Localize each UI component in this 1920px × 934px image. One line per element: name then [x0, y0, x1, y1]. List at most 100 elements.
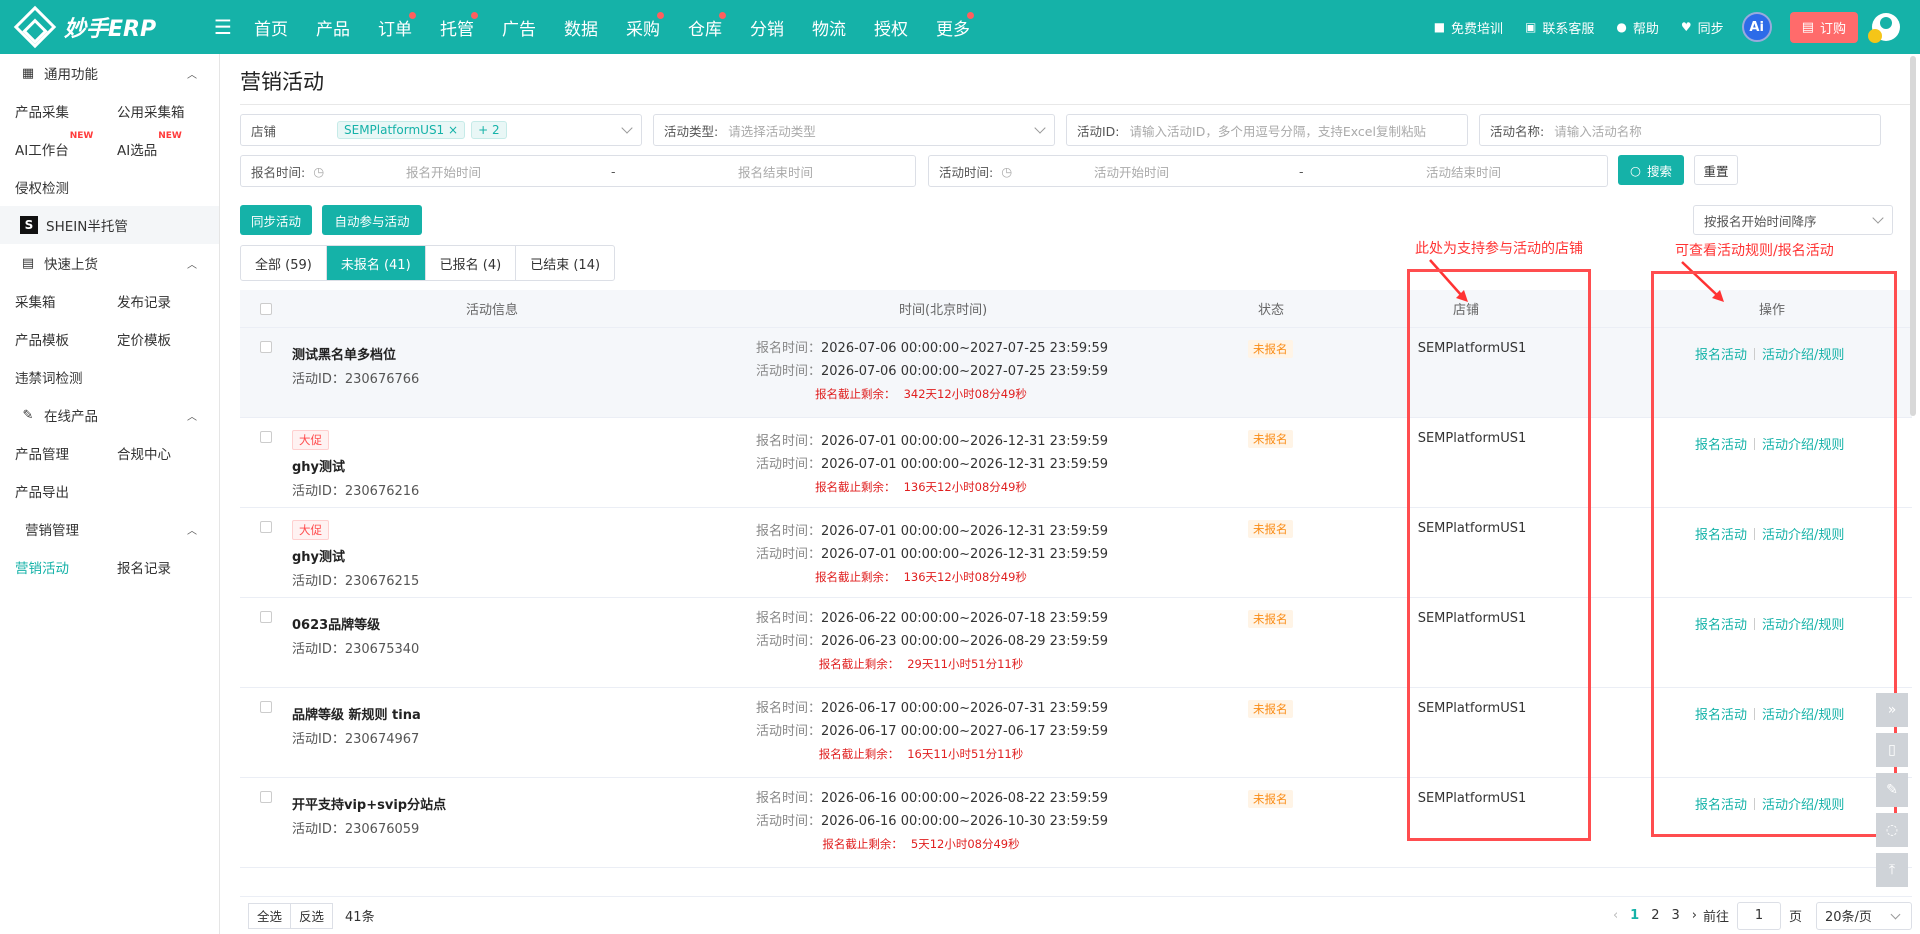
page-size-select[interactable]: 20条/页 [1816, 901, 1912, 930]
row-checkbox[interactable] [260, 431, 272, 443]
activity-name-field[interactable]: 活动名称: 请输入活动名称 [1479, 114, 1881, 146]
registration-time-prefix: 报名时间： [756, 611, 822, 626]
ai-assistant-button[interactable]: Ai [1741, 12, 1772, 42]
activity-id-prefix: 活动ID： [292, 484, 345, 499]
close-icon[interactable]: × [448, 123, 458, 137]
nav-item[interactable]: 首页 [248, 15, 310, 40]
support-link[interactable]: ▣ 联系客服 [1525, 18, 1594, 37]
collapse-icon[interactable]: » [1876, 693, 1908, 727]
training-link[interactable]: ■ 免费培训 [1434, 18, 1503, 37]
activity-id-field[interactable]: 活动ID: 请输入活动ID，多个用逗号分隔，支持Excel复制粘贴 [1066, 114, 1468, 146]
sidebar-item-shein[interactable]: S SHEIN半托管 [0, 206, 219, 244]
nav-item[interactable]: 采购 [620, 11, 682, 40]
sidebar-item-product-management[interactable]: 产品管理 [15, 443, 117, 463]
sidebar-item-publish-records[interactable]: 发布记录 [117, 291, 219, 311]
chevron-up-icon[interactable]: ︿ [187, 522, 197, 537]
sidebar-item-product-collect[interactable]: 产品采集 [15, 101, 117, 121]
sort-select[interactable]: 按报名开始时间降序 [1693, 205, 1893, 235]
registration-time-value: 2026-07-06 00:00:00~2027-07-25 23:59:59 [821, 341, 1109, 356]
sidebar-item-ai-workbench[interactable]: AI工作台 NEW [15, 131, 117, 159]
sidebar-item-pricing-template[interactable]: 定价模板 [117, 329, 219, 349]
chevron-up-icon[interactable]: ︿ [187, 66, 197, 81]
chevron-up-icon[interactable]: ︿ [187, 256, 197, 271]
chat-icon[interactable]: ◌ [1876, 813, 1908, 847]
invert-selection-button[interactable]: 反选 [291, 902, 334, 929]
sync-activities-button[interactable]: 同步活动 [240, 205, 312, 235]
sidebar-group-marketing[interactable]: 营销管理 ︿ [0, 510, 219, 548]
sidebar-item-banned-words[interactable]: 违禁词检测 [15, 367, 117, 387]
row-checkbox[interactable] [260, 791, 272, 803]
activity-start-input[interactable]: 活动开始时间 [1094, 162, 1169, 181]
page-3[interactable]: 3 [1671, 908, 1679, 923]
scrollbar[interactable] [1910, 56, 1916, 416]
nav-item[interactable]: 订单 [372, 11, 434, 40]
sidebar-item-public-collect-box[interactable]: 公用采集箱 [117, 101, 219, 121]
shop-more-tag[interactable]: + 2 [471, 121, 507, 139]
row-checkbox[interactable] [260, 611, 272, 623]
nav-item[interactable]: 托管 [434, 11, 496, 40]
next-page-icon[interactable]: › [1692, 908, 1697, 923]
tab-ended[interactable]: 已结束 (14) [516, 246, 614, 280]
sidebar-group-online[interactable]: ✎ 在线产品 ︿ [0, 396, 219, 434]
sidebar-item-collect-box[interactable]: 采集箱 [15, 291, 117, 311]
page-1[interactable]: 1 [1630, 908, 1639, 923]
tablet-icon[interactable]: ▯ [1876, 733, 1908, 767]
select-all-checkbox[interactable] [260, 303, 272, 315]
help-link[interactable]: ● 帮助 [1616, 18, 1659, 37]
nav-item[interactable]: 数据 [558, 15, 620, 40]
tab-all[interactable]: 全部 (59) [241, 246, 327, 280]
activity-time-range[interactable]: 活动时间: ◷ 活动开始时间 - 活动结束时间 [928, 155, 1608, 187]
activity-info: 大促 ghy测试 活动ID：230676215 [292, 520, 419, 589]
tab-registered[interactable]: 已报名 (4) [426, 246, 517, 280]
sidebar-item-ai-selection[interactable]: AI选品 NEW [117, 131, 219, 159]
nav-item[interactable]: 分销 [744, 15, 806, 40]
select-all-button[interactable]: 全选 [248, 902, 292, 929]
row-checkbox[interactable] [260, 521, 272, 533]
auto-join-button[interactable]: 自动参与活动 [322, 205, 422, 235]
nav-item[interactable]: 广告 [496, 15, 558, 40]
deadline-prefix: 报名截止剩余： [822, 837, 903, 851]
sidebar-item-marketing-activities[interactable]: 营销活动 [15, 557, 117, 577]
top-navbar: 妙手ERP ☰ 首页 产品 订单 托管 广告 数据 采购 仓库 分销 物流 授权 更多 ■ 免费培训 ▣… [0, 0, 1920, 54]
back-to-top-icon[interactable]: ⤒ [1876, 853, 1908, 887]
menu-toggle-icon[interactable]: ☰ [214, 15, 244, 39]
main-content: 营销活动 店铺 SEMPlatformUS1 × + 2 活动类型: 请选择活动… [220, 54, 1920, 934]
nav-item[interactable]: 更多 [930, 11, 992, 40]
nav-item[interactable]: 仓库 [682, 11, 744, 40]
nav-item[interactable]: 产品 [310, 15, 372, 40]
activity-type-select[interactable]: 活动类型: 请选择活动类型 [653, 114, 1055, 146]
registration-time-range[interactable]: 报名时间: ◷ 报名开始时间 - 报名结束时间 [240, 155, 916, 187]
page-number-input[interactable]: 1 [1736, 901, 1781, 930]
sidebar-item-infringement-check[interactable]: 侵权检测 [15, 177, 117, 197]
sidebar-group-quick-list[interactable]: ▤ 快速上货 ︿ [0, 244, 219, 282]
search-label: 搜索 [1646, 163, 1672, 179]
tab-unregistered[interactable]: 未报名 (41) [326, 246, 426, 280]
row-checkbox[interactable] [260, 341, 272, 353]
order-button[interactable]: ▤ 订购 [1789, 11, 1858, 43]
sidebar-item-product-template[interactable]: 产品模板 [15, 329, 117, 349]
sidebar-item-registration-records[interactable]: 报名记录 [117, 557, 219, 577]
registration-time-prefix: 报名时间： [756, 524, 822, 539]
nav-item[interactable]: 授权 [868, 15, 930, 40]
sync-link[interactable]: ♥ 同步 [1681, 18, 1724, 37]
activity-end-input[interactable]: 活动结束时间 [1426, 162, 1501, 181]
page-size-label: 20条/页 [1825, 910, 1872, 925]
shop-tag[interactable]: SEMPlatformUS1 × [337, 121, 466, 139]
shop-select[interactable]: 店铺 SEMPlatformUS1 × + 2 [240, 114, 642, 146]
sidebar-item-compliance[interactable]: 合规中心 [117, 443, 219, 463]
chevron-up-icon[interactable]: ︿ [187, 408, 197, 423]
avatar[interactable] [1868, 13, 1900, 43]
prev-page-icon[interactable]: ‹ [1613, 908, 1618, 923]
note-icon[interactable]: ✎ [1876, 773, 1908, 807]
reset-button[interactable]: 重置 [1694, 155, 1738, 185]
row-checkbox[interactable] [260, 701, 272, 713]
registration-end-input[interactable]: 报名结束时间 [738, 162, 813, 181]
nav-item[interactable]: 物流 [806, 15, 868, 40]
activity-time-prefix: 活动时间： [756, 724, 822, 739]
sidebar-group-general[interactable]: ▦ 通用功能 ︿ [0, 54, 219, 92]
sidebar-item-product-export[interactable]: 产品导出 [15, 481, 117, 501]
registration-start-input[interactable]: 报名开始时间 [406, 162, 481, 181]
logo[interactable]: 妙手ERP [13, 5, 170, 49]
search-button[interactable]: ○ 搜索 [1618, 155, 1684, 185]
page-2[interactable]: 2 [1651, 908, 1659, 923]
